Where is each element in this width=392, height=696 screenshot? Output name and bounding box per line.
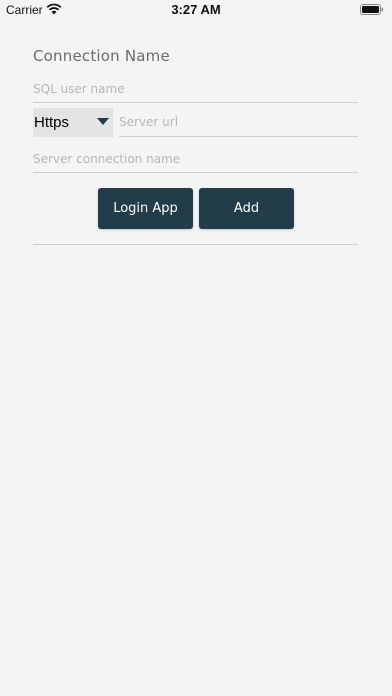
server-row: Https bbox=[33, 108, 358, 138]
protocol-selected-value: Https bbox=[34, 114, 70, 131]
divider bbox=[33, 244, 358, 245]
status-time: 3:27 AM bbox=[171, 2, 221, 17]
server-url-input[interactable] bbox=[119, 108, 358, 136]
add-button[interactable]: Add bbox=[199, 188, 294, 229]
battery-icon bbox=[360, 4, 384, 15]
connection-name-title: Connection Name bbox=[33, 47, 170, 65]
login-app-button[interactable]: Login App bbox=[98, 188, 193, 229]
server-connection-name-input[interactable] bbox=[33, 145, 358, 172]
sql-user-input[interactable] bbox=[33, 75, 358, 102]
server-url-field[interactable] bbox=[119, 108, 358, 137]
dropdown-triangle-icon bbox=[97, 118, 109, 125]
protocol-select[interactable]: Https bbox=[33, 108, 113, 137]
server-connection-name-field[interactable] bbox=[33, 145, 358, 173]
status-bar: Carrier 3:27 AM bbox=[0, 0, 392, 22]
sql-user-field[interactable] bbox=[33, 75, 358, 103]
